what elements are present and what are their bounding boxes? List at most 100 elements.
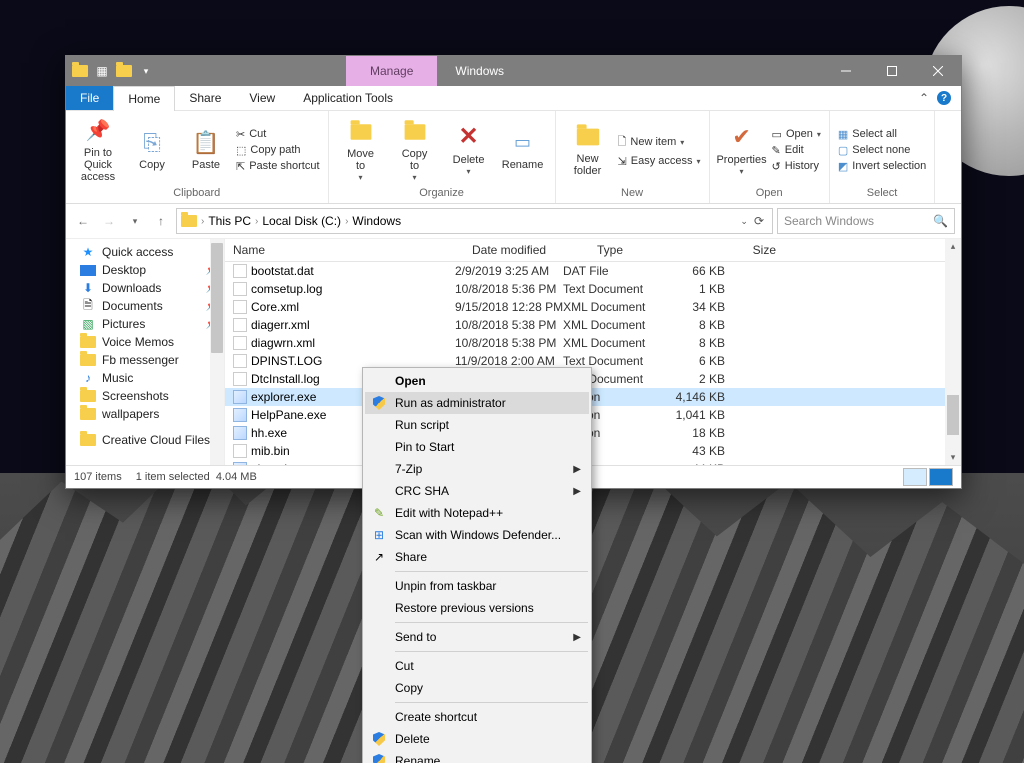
paste-button[interactable]: 📋Paste (180, 125, 232, 175)
nav-downloads[interactable]: ⬇Downloads📌 (66, 279, 224, 297)
copy-button[interactable]: ⎘Copy (126, 125, 178, 175)
ctx-cut[interactable]: Cut (365, 655, 589, 677)
file-icon (233, 354, 247, 368)
col-date[interactable]: Date modified (464, 243, 589, 257)
select-all-button[interactable]: ▦Select all (836, 127, 928, 142)
ctx-copy[interactable]: Copy (365, 677, 589, 699)
ctx-restore-prev[interactable]: Restore previous versions (365, 597, 589, 619)
select-none-button[interactable]: ▢Select none (836, 143, 928, 158)
file-row[interactable]: diagwrn.xml10/8/2018 5:38 PMXML Document… (225, 334, 945, 352)
invert-selection-button[interactable]: ◩Invert selection (836, 159, 928, 174)
new-folder-button[interactable]: New folder (562, 119, 614, 181)
nav-forward-button[interactable]: → (98, 210, 120, 232)
nav-back-button[interactable]: ← (72, 210, 94, 232)
ctx-7zip[interactable]: 7-Zip▶ (365, 458, 589, 480)
qat-properties-icon[interactable]: ▦ (92, 61, 112, 81)
cut-button[interactable]: ✂Cut (234, 127, 322, 142)
open-button[interactable]: ▭Open ▾ (770, 127, 823, 142)
tab-share[interactable]: Share (175, 86, 235, 110)
file-size: 43 KB (665, 444, 725, 458)
ctx-send-to[interactable]: Send to▶ (365, 626, 589, 648)
list-scrollbar[interactable]: ▴ ▾ (945, 239, 961, 465)
file-size: 6 KB (665, 354, 725, 368)
paste-shortcut-button[interactable]: ⇱Paste shortcut (234, 159, 322, 174)
maximize-button[interactable] (869, 56, 915, 86)
easy-access-button[interactable]: ⇲Easy access ▾ (616, 154, 703, 169)
title-bar[interactable]: ▦ ▾ Manage Windows (66, 56, 961, 86)
breadcrumb-folder[interactable]: Windows (352, 214, 401, 228)
view-large-button[interactable] (929, 468, 953, 486)
nav-recent-button[interactable]: ▾ (124, 210, 146, 232)
pin-quick-access-button[interactable]: 📌Pin to Quick access (72, 113, 124, 187)
tab-view[interactable]: View (235, 86, 289, 110)
nav-quick-access[interactable]: ★Quick access (66, 243, 224, 261)
new-item-button[interactable]: 🗋New item ▾ (616, 132, 703, 153)
address-bar[interactable]: › This PC › Local Disk (C:) › Windows ⌄ … (176, 208, 773, 234)
properties-button[interactable]: ✔Properties▾ (716, 120, 768, 181)
search-placeholder: Search Windows (784, 214, 874, 228)
nav-up-button[interactable]: ↑ (150, 210, 172, 232)
refresh-icon[interactable]: ⟳ (754, 214, 764, 228)
navpane-scrollbar[interactable] (210, 239, 224, 465)
close-button[interactable] (915, 56, 961, 86)
address-dropdown-icon[interactable]: ⌄ (740, 216, 748, 227)
rename-icon: ▭ (509, 129, 537, 157)
nav-desktop[interactable]: Desktop📌 (66, 261, 224, 279)
desktop-icon (80, 265, 96, 276)
col-name[interactable]: Name (225, 243, 464, 257)
nav-documents[interactable]: 🗎Documents📌 (66, 297, 224, 315)
copy-path-button[interactable]: ⬚Copy path (234, 143, 322, 158)
file-size: 4,146 KB (665, 390, 725, 404)
ribbon-collapse-icon[interactable]: ⌃ (919, 91, 929, 105)
navigation-pane[interactable]: ★Quick access Desktop📌 ⬇Downloads📌 🗎Docu… (66, 239, 225, 465)
edit-button[interactable]: ✎Edit (770, 143, 823, 158)
ctx-share[interactable]: ↗Share (365, 546, 589, 568)
move-to-button[interactable]: Move to▾ (335, 114, 387, 187)
ctx-rename[interactable]: Rename (365, 750, 589, 763)
ctx-unpin-taskbar[interactable]: Unpin from taskbar (365, 575, 589, 597)
tab-application-tools[interactable]: Application Tools (289, 86, 407, 110)
file-row[interactable]: diagerr.xml10/8/2018 5:38 PMXML Document… (225, 316, 945, 334)
col-size[interactable]: Size (708, 243, 785, 257)
nav-screenshots[interactable]: Screenshots (66, 387, 224, 405)
ctx-open[interactable]: Open (365, 370, 589, 392)
history-button[interactable]: ↺History (770, 159, 823, 174)
file-name: nircmd.exe (251, 462, 310, 465)
view-details-button[interactable] (903, 468, 927, 486)
help-icon[interactable]: ? (937, 91, 951, 105)
tab-home[interactable]: Home (113, 86, 175, 111)
breadcrumb-this-pc[interactable]: This PC (208, 214, 251, 228)
nav-wallpapers[interactable]: wallpapers (66, 405, 224, 423)
column-headers[interactable]: Name Date modified Type Size (225, 239, 945, 262)
tab-file[interactable]: File (66, 86, 113, 110)
rename-button[interactable]: ▭Rename (497, 125, 549, 175)
search-input[interactable]: Search Windows 🔍 (777, 208, 955, 234)
file-row[interactable]: Core.xml9/15/2018 12:28 PMXML Document34… (225, 298, 945, 316)
qat-dropdown-icon[interactable]: ▾ (136, 61, 156, 81)
notepad-icon: ✎ (371, 505, 387, 521)
ctx-run-admin[interactable]: Run as administrator (365, 392, 589, 414)
ctx-pin-start[interactable]: Pin to Start (365, 436, 589, 458)
delete-button[interactable]: ✕Delete▾ (443, 120, 495, 181)
breadcrumb-disk[interactable]: Local Disk (C:) (262, 214, 341, 228)
file-row[interactable]: bootstat.dat2/9/2019 3:25 AMDAT File66 K… (225, 262, 945, 280)
nav-voice-memos[interactable]: Voice Memos (66, 333, 224, 351)
contextual-tab-manage[interactable]: Manage (346, 56, 437, 86)
nav-pictures[interactable]: ▧Pictures📌 (66, 315, 224, 333)
ctx-run-script[interactable]: Run script (365, 414, 589, 436)
nav-fb-messenger[interactable]: Fb messenger (66, 351, 224, 369)
col-type[interactable]: Type (589, 243, 708, 257)
ctx-scan-defender[interactable]: ⊞Scan with Windows Defender... (365, 524, 589, 546)
history-icon: ↺ (772, 160, 781, 173)
ctx-crc-sha[interactable]: CRC SHA▶ (365, 480, 589, 502)
ctx-delete[interactable]: Delete (365, 728, 589, 750)
ctx-create-shortcut[interactable]: Create shortcut (365, 706, 589, 728)
folder-icon[interactable] (114, 61, 134, 81)
nav-creative-cloud[interactable]: Creative Cloud Files (66, 431, 224, 449)
minimize-button[interactable] (823, 56, 869, 86)
file-date: 10/8/2018 5:36 PM (455, 282, 563, 296)
ctx-edit-npp[interactable]: ✎Edit with Notepad++ (365, 502, 589, 524)
nav-music[interactable]: ♪Music (66, 369, 224, 387)
file-row[interactable]: comsetup.log10/8/2018 5:36 PMText Docume… (225, 280, 945, 298)
copy-to-button[interactable]: Copy to▾ (389, 114, 441, 187)
